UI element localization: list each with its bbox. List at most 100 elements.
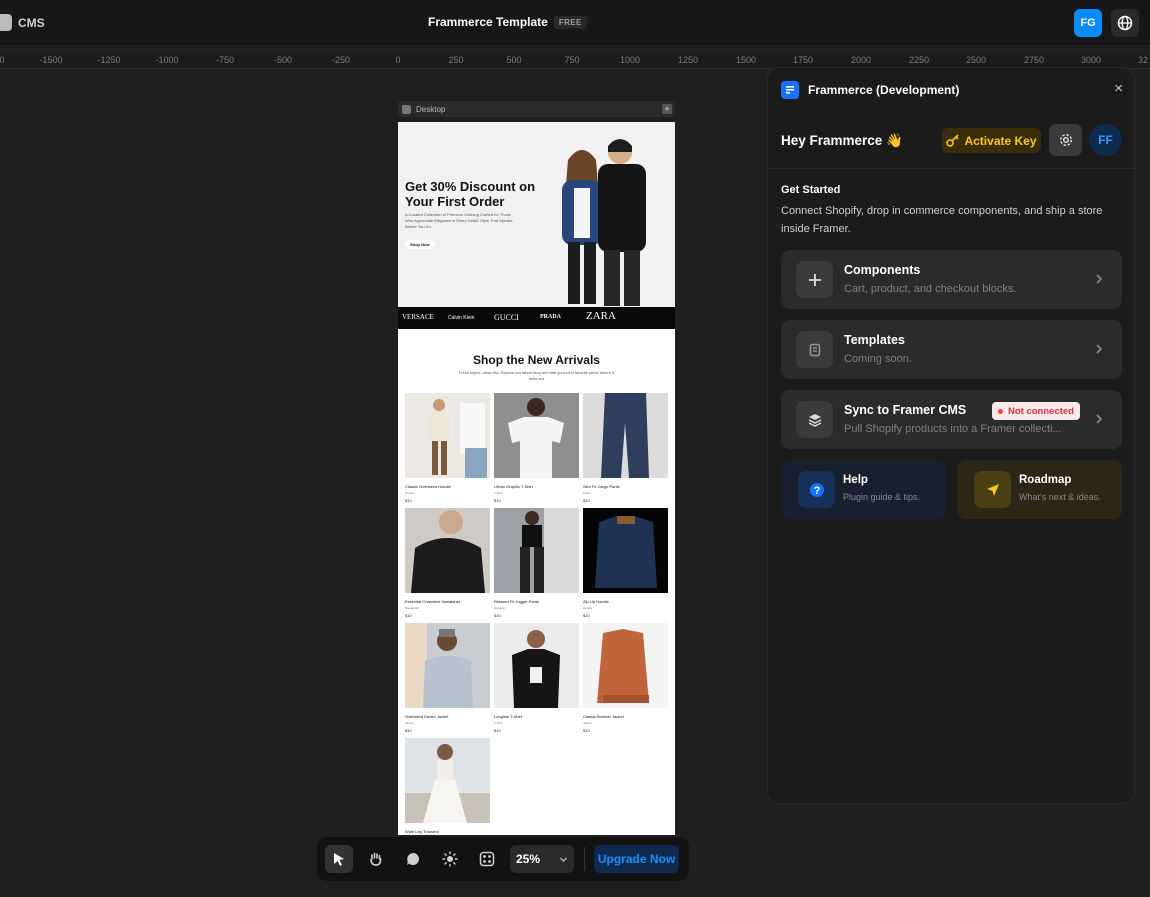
product-card[interactable]: Urban Graphic T-Shirt T-Shirt $10 (494, 393, 579, 503)
card-title: Templates (844, 333, 905, 347)
sync-cms-card[interactable]: Sync to Framer CMS Not connected Pull Sh… (781, 390, 1122, 449)
product-card[interactable]: Zip-Up Hoodie Hoodie $10 (583, 508, 668, 618)
grid-icon (479, 851, 495, 867)
shop-now-button[interactable]: Shop Now (405, 240, 435, 249)
project-title: Frammerce Template (428, 15, 548, 29)
svg-text:?: ? (813, 485, 820, 497)
activate-key-button[interactable]: Activate Key (942, 128, 1041, 153)
roadmap-title: Roadmap (1019, 474, 1072, 486)
ruler-tick: -1250 (97, 55, 121, 65)
zoom-select[interactable]: 25% (510, 845, 574, 873)
product-category: Pants (583, 491, 591, 495)
roadmap-card[interactable]: Roadmap What's next & ideas. (957, 460, 1122, 519)
product-card[interactable]: Wide Leg Trousers (405, 738, 490, 834)
comment-tool[interactable] (399, 845, 427, 873)
product-card[interactable]: Slim Fit Cargo Pants Pants $10 (583, 393, 668, 503)
add-breakpoint-icon[interactable]: + (662, 104, 672, 114)
product-category: Joggers (494, 606, 505, 610)
card-title: Sync to Framer CMS (844, 403, 967, 417)
product-card[interactable]: Essential Crewneck Sweatshirt Sweatshirt… (405, 508, 490, 618)
close-icon[interactable]: × (1114, 80, 1123, 98)
product-card[interactable]: Longline T-Shirt T-Shirt $10 (494, 623, 579, 733)
frame-label[interactable]: Desktop + (398, 101, 675, 117)
user-avatar[interactable]: FG (1074, 9, 1102, 37)
account-avatar[interactable]: FF (1089, 124, 1122, 156)
sun-icon (442, 851, 458, 867)
product-name: Classic Oversized Hoodie (405, 484, 451, 489)
ruler-tick: -1000 (155, 55, 179, 65)
hand-icon (370, 852, 382, 866)
product-category: T-Shirt (494, 491, 503, 495)
product-price: $10 (405, 613, 412, 618)
brand-logo: PRADA (540, 314, 561, 320)
send-icon (974, 471, 1011, 508)
select-tool[interactable] (325, 845, 353, 873)
brand-strip: VERSACE Calvin Klein GUCCI PRADA ZARA (398, 307, 675, 329)
hand-tool[interactable] (362, 845, 390, 873)
product-card[interactable]: Relaxed Fit Jogger Pants Joggers $10 (494, 508, 579, 618)
product-category: Hoodie (405, 491, 415, 495)
product-card[interactable]: Classic Oversized Hoodie Hoodie $10 (405, 393, 490, 503)
product-price: $10 (494, 498, 501, 503)
activate-key-label: Activate Key (964, 133, 1037, 148)
product-price: $10 (583, 728, 590, 733)
product-name: Longline T-Shirt (494, 714, 522, 719)
ruler-tick: 1000 (619, 55, 641, 65)
play-icon (402, 104, 411, 114)
product-image (583, 508, 668, 593)
product-name: Relaxed Fit Jogger Pants (494, 599, 539, 604)
ruler-tick: 750 (564, 55, 580, 65)
roadmap-subtitle: What's next & ideas. (1019, 492, 1101, 502)
template-icon (796, 331, 833, 368)
plugin-panel: Frammerce (Development) × Hey Frammerce … (767, 67, 1135, 804)
product-price: $10 (583, 613, 590, 618)
project-title-area[interactable]: Frammerce Template FREE (428, 15, 587, 29)
card-subtitle: Pull Shopify products into a Framer coll… (844, 423, 1062, 435)
ruler-tick: 2750 (1023, 55, 1045, 65)
help-card[interactable]: ? Help Plugin guide & tips. (781, 460, 946, 519)
help-icon: ? (798, 471, 835, 508)
card-subtitle: Coming soon. (844, 353, 912, 365)
status-dot (998, 408, 1003, 414)
ruler-tick: 250 (448, 55, 464, 65)
get-started-title: Get Started (781, 184, 841, 196)
database-icon (0, 14, 12, 31)
layers-icon (796, 401, 833, 438)
product-card[interactable]: Classic Bomber Jacket Jacket $10 (583, 623, 668, 733)
section-subtitle: Fresh styles, clean fits. Explore our la… (458, 370, 615, 381)
templates-card[interactable]: Templates Coming soon. (781, 320, 1122, 379)
components-card[interactable]: Components Cart, product, and checkout b… (781, 250, 1122, 309)
publish-button[interactable] (1111, 9, 1139, 37)
greeting: Hey Frammerce 👋 (781, 133, 903, 148)
desktop-frame[interactable]: Get 30% Discount on Your First Order A C… (398, 122, 675, 835)
ruler-tick: 2250 (908, 55, 930, 65)
product-name: Oversized Denim Jacket (405, 714, 449, 719)
product-category: Sweatshirt (405, 606, 420, 610)
gear-icon (1059, 133, 1072, 147)
product-category: Jacket (405, 721, 414, 725)
insert-tool[interactable] (473, 845, 501, 873)
product-name: Wide Leg Trousers (405, 829, 439, 834)
theme-toggle[interactable] (436, 845, 464, 873)
card-title: Components (844, 263, 921, 277)
chevron-right-icon (1096, 414, 1103, 424)
divider (768, 168, 1134, 169)
cms-label: CMS (18, 15, 45, 30)
ruler-tick: -750 (215, 55, 235, 65)
upgrade-now-button[interactable]: Upgrade Now (594, 845, 679, 873)
key-icon (946, 134, 960, 147)
panel-header: Frammerce (Development) (781, 81, 959, 99)
ruler-tick: 0 (0, 55, 5, 65)
ruler-tick: -250 (331, 55, 351, 65)
settings-button[interactable] (1049, 124, 1082, 156)
brand-logo: Calvin Klein (448, 315, 475, 321)
product-price: $10 (405, 728, 412, 733)
product-card[interactable]: Oversized Denim Jacket Jacket $10 (405, 623, 490, 733)
ruler-tick: 0 (395, 55, 401, 65)
product-image (583, 623, 668, 708)
product-name: Classic Bomber Jacket (583, 714, 624, 719)
product-image (494, 623, 579, 708)
brand-logo: ZARA (586, 310, 616, 322)
cms-button[interactable]: CMS (0, 14, 45, 31)
frame-label-text: Desktop (416, 104, 446, 114)
